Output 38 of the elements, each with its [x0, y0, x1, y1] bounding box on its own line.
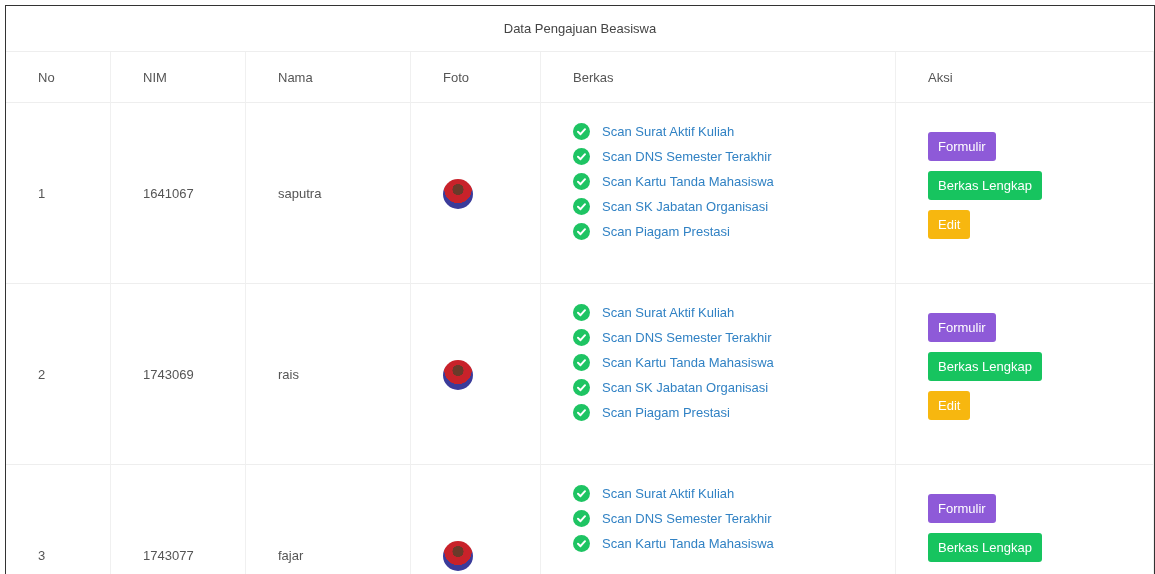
table-cell-text: 1743077	[143, 548, 195, 563]
column-header: Foto	[411, 52, 541, 103]
file-link[interactable]: Scan Piagam Prestasi	[602, 405, 730, 420]
table-cell-text: 1	[38, 186, 47, 201]
photo-placeholder	[443, 541, 473, 571]
file-link[interactable]: Scan Kartu Tanda Mahasiswa	[602, 536, 774, 551]
table-cell-text: 1743069	[143, 367, 195, 382]
files-button[interactable]: Berkas Lengkap	[928, 171, 1042, 200]
files-button[interactable]: Berkas Lengkap	[928, 533, 1042, 562]
table-cell-text: fajar	[278, 548, 305, 563]
table-cell-text: 2	[38, 367, 47, 382]
table-cell-text: 1641067	[143, 186, 195, 201]
file-link[interactable]: Scan SK Jabatan Organisasi	[602, 380, 769, 395]
form-button[interactable]: Formulir	[928, 494, 996, 523]
files-button[interactable]: Berkas Lengkap	[928, 352, 1042, 381]
photo-placeholder	[443, 360, 473, 390]
column-header: NIM	[111, 52, 246, 103]
file-link[interactable]: Scan SK Jabatan Organisasi	[602, 199, 769, 214]
file-link[interactable]: Scan DNS Semester Terakhir	[602, 511, 772, 526]
photo-placeholder	[443, 179, 473, 209]
file-link[interactable]: Scan Surat Aktif Kuliah	[602, 124, 735, 139]
table-cell-text: rais	[278, 367, 300, 382]
file-link[interactable]: Scan Surat Aktif Kuliah	[602, 486, 735, 501]
file-link[interactable]: Scan DNS Semester Terakhir	[602, 149, 772, 164]
column-header: Nama	[246, 52, 411, 103]
file-link[interactable]: Scan Surat Aktif Kuliah	[602, 305, 735, 320]
table-cell-text: saputra	[278, 186, 323, 201]
file-link[interactable]: Scan Kartu Tanda Mahasiswa	[602, 355, 774, 370]
form-button[interactable]: Formulir	[928, 132, 996, 161]
form-button[interactable]: Formulir	[928, 313, 996, 342]
file-link[interactable]: Scan Kartu Tanda Mahasiswa	[602, 174, 774, 189]
table-cell-text: 3	[38, 548, 47, 563]
file-link[interactable]: Scan Piagam Prestasi	[602, 224, 730, 239]
column-header: No	[6, 52, 111, 103]
column-header: Berkas	[541, 52, 896, 103]
column-header: Aksi	[896, 52, 1154, 103]
table-title: Data Pengajuan Beasiswa	[6, 6, 1154, 52]
file-link[interactable]: Scan DNS Semester Terakhir	[602, 330, 772, 345]
